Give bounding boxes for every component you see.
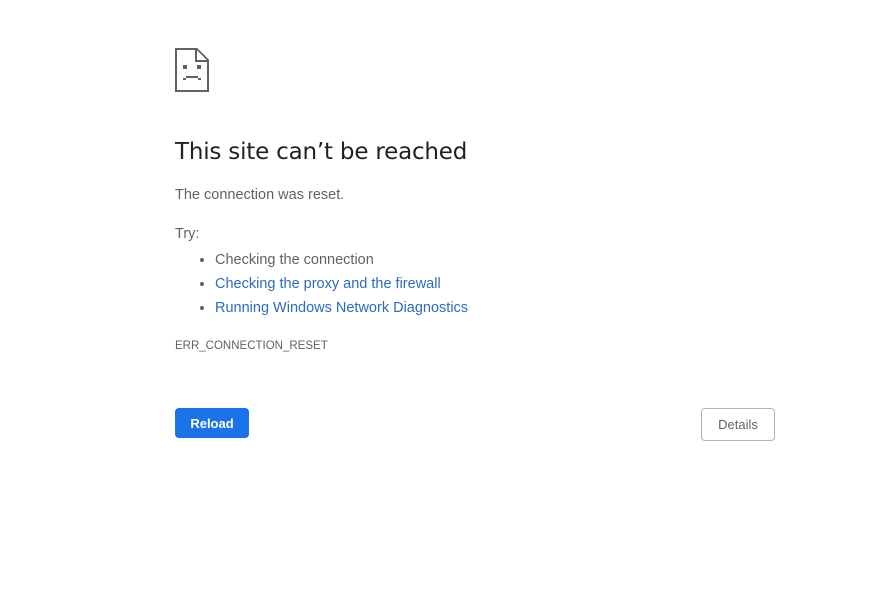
suggestion-item: Checking the proxy and the firewall	[215, 272, 775, 296]
suggestion-item: Running Windows Network Diagnostics	[215, 296, 775, 320]
page-title: This site can’t be reached	[175, 139, 468, 165]
suggestion-item: Checking the connection	[215, 248, 775, 272]
details-button[interactable]: Details	[701, 408, 775, 441]
error-content: This site can’t be reached The connectio…	[175, 48, 775, 354]
suggestion-proxy-firewall-link[interactable]: Checking the proxy and the firewall	[215, 276, 441, 292]
error-page: This site can’t be reached The connectio…	[0, 0, 876, 594]
try-label: Try:	[175, 226, 200, 242]
suggestion-check-connection: Checking the connection	[215, 252, 374, 268]
button-row: Reload Details	[175, 408, 775, 441]
sad-document-icon	[175, 48, 209, 92]
suggestion-network-diagnostics-link[interactable]: Running Windows Network Diagnostics	[215, 300, 468, 316]
error-message: The connection was reset.	[175, 187, 345, 203]
reload-button[interactable]: Reload	[175, 408, 249, 438]
error-code: ERR_CONNECTION_RESET	[175, 340, 328, 352]
suggestions-list: Checking the connection Checking the pro…	[175, 248, 775, 320]
